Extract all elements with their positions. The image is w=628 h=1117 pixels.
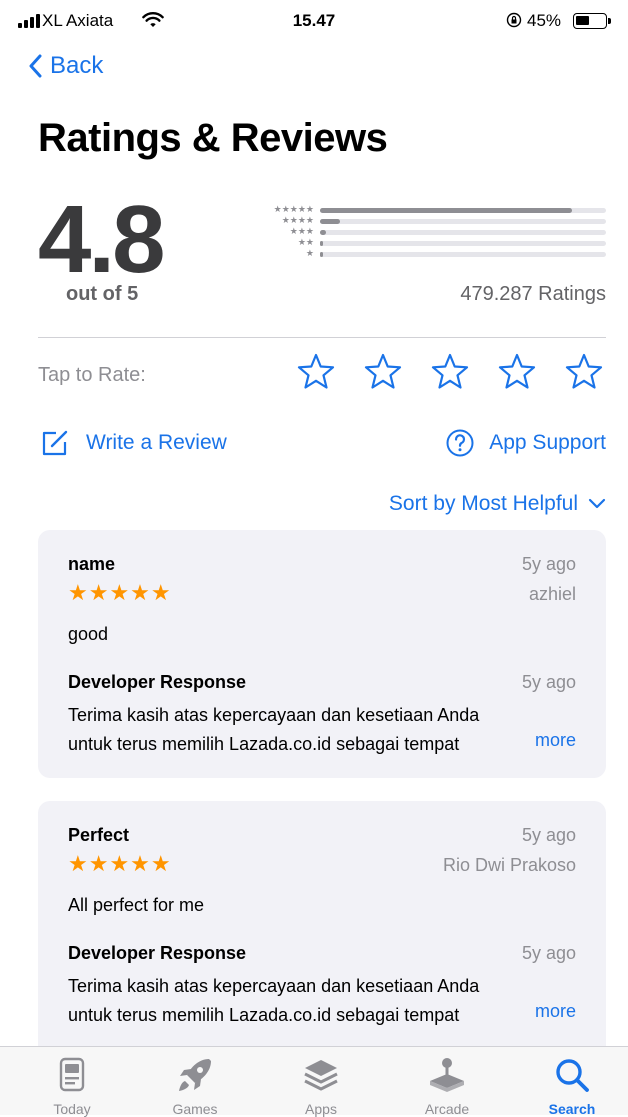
review-card[interactable]: name 5y ago ★★★★★ azhiel good Developer … [38,530,606,778]
review-stars: ★★★★★ [68,580,172,605]
histogram-bar [320,219,341,224]
out-of-label: out of 5 [66,283,139,305]
tap-to-rate-stars [296,352,604,392]
developer-response-heading: Developer Response [68,672,247,692]
joystick-icon [430,1058,464,1092]
tab-search-label: Search [548,1101,596,1117]
histogram-row: ★ [244,248,606,260]
histogram-stars-icon: ★★★ [289,226,314,236]
histogram-track [320,241,606,246]
histogram-track [320,252,606,257]
question-circle-icon [446,429,474,457]
app-support-label: App Support [489,431,606,454]
developer-response-line-2: untuk terus memilih Lazada.co.id sebagai… [68,730,546,759]
tab-apps-label: Apps [305,1101,337,1117]
tab-today[interactable]: Today [22,1055,122,1117]
layers-icon [304,1060,338,1091]
review-card[interactable]: Perfect 5y ago ★★★★★ Rio Dwi Prakoso All… [38,801,606,1061]
page-title: Ratings & Reviews [38,116,388,160]
tap-to-rate-label: Tap to Rate: [38,364,146,386]
more-link[interactable]: more [535,730,576,751]
tab-arcade[interactable]: Arcade [397,1055,497,1117]
compose-icon [42,430,68,456]
developer-response-line-1: Terima kasih atas kepercayaan dan keseti… [68,705,480,725]
back-button[interactable]: Back [28,52,103,80]
developer-response-date: 5y ago [521,672,576,692]
histogram-stars-icon: ★★ [297,237,314,247]
today-icon [59,1057,85,1092]
histogram-stars-icon: ★ [305,248,314,258]
review-title: Perfect [68,825,130,845]
review-author: azhiel [528,584,576,604]
sort-label: Sort by Most Helpful [388,492,578,515]
star-4-icon[interactable] [497,352,537,392]
write-review-label: Write a Review [86,431,227,454]
tab-games-label: Games [172,1101,218,1117]
tab-games[interactable]: Games [145,1055,245,1117]
battery-icon [573,13,611,29]
orientation-lock-icon [506,12,522,28]
star-3-icon[interactable] [430,352,470,392]
divider [38,337,606,338]
review-body: good [68,624,109,644]
developer-response-text: Terima kasih atas kepercayaan dan keseti… [68,701,576,759]
status-bar: XL Axiata 15.47 45% [0,8,628,38]
histogram-track [320,230,606,235]
review-author: Rio Dwi Prakoso [442,855,576,875]
star-5-icon[interactable] [564,352,604,392]
developer-response-date: 5y ago [521,943,576,963]
review-stars: ★★★★★ [68,851,172,876]
tab-search[interactable]: Search [522,1055,622,1117]
developer-response-line-2: untuk terus memilih Lazada.co.id sebagai… [68,1001,546,1030]
review-title: name [68,554,116,574]
review-date: 5y ago [521,554,576,574]
histogram-bar [320,230,326,235]
histogram-track [320,208,606,213]
chevron-left-icon [29,54,42,78]
histogram-row: ★★ [244,237,606,249]
rating-histogram: ★★★★★ ★★★★ ★★★ ★★ ★ [244,204,606,260]
ratings-count: 479.287 Ratings [460,283,606,305]
battery-percent: 45% [527,11,562,30]
chevron-down-icon [588,498,606,509]
histogram-bar [320,208,572,213]
tab-apps[interactable]: Apps [271,1055,371,1117]
search-icon [556,1059,589,1092]
developer-response-text: Terima kasih atas kepercayaan dan keseti… [68,972,576,1030]
histogram-bar [320,252,323,257]
star-1-icon[interactable] [296,352,336,392]
developer-response-heading: Developer Response [68,943,247,963]
tab-arcade-label: Arcade [424,1101,470,1117]
histogram-stars-icon: ★★★★★ [273,204,314,214]
average-rating: 4.8 [38,186,165,293]
tab-today-label: Today [53,1101,91,1117]
app-support-button[interactable]: App Support [445,428,606,458]
histogram-stars-icon: ★★★★ [281,215,314,225]
tab-bar: Today Games Apps Arcade Search [0,1046,628,1117]
review-body: All perfect for me [68,895,205,915]
back-label: Back [50,52,104,79]
sort-dropdown[interactable]: Sort by Most Helpful [389,492,606,516]
developer-response-line-1: Terima kasih atas kepercayaan dan keseti… [68,976,480,996]
histogram-track [320,219,606,224]
star-2-icon[interactable] [363,352,403,392]
rocket-icon [179,1059,211,1091]
write-review-button[interactable]: Write a Review [40,428,227,458]
review-date: 5y ago [521,825,576,845]
histogram-bar [320,241,323,246]
more-link[interactable]: more [535,1001,576,1022]
